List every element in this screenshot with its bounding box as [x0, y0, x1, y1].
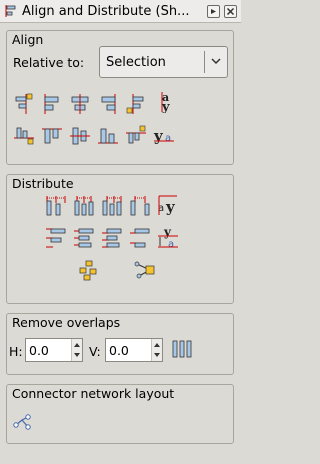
align-bottom-edge-to-top-button[interactable]	[13, 125, 35, 147]
remove-overlaps-icon	[172, 340, 192, 358]
svg-text:y: y	[165, 198, 176, 216]
dock-title-bar: Align and Distribute (Sh...	[0, 0, 241, 23]
v-spacing-value: 0.0	[109, 343, 129, 358]
align-heading: Align	[12, 32, 44, 47]
distribute-right-edges-button[interactable]	[101, 195, 123, 217]
distribute-horizontal-gaps-icon	[130, 196, 150, 216]
align-left-edge-to-right-button[interactable]	[125, 93, 147, 115]
spin-down-icon	[74, 353, 80, 357]
distribute-centers-horizontally-button[interactable]	[73, 195, 95, 217]
svg-text:a: a	[165, 133, 171, 144]
distribute-left-edges-icon	[46, 196, 66, 216]
svg-text:y: y	[161, 100, 170, 113]
distribute-baselines-vertically-button[interactable]: y a	[157, 227, 179, 249]
align-left-edges-button[interactable]	[41, 93, 63, 115]
distribute-bottom-edges-button[interactable]	[101, 227, 123, 249]
remove-overlaps-frame: Remove overlaps H: 0.0 V: 0.0	[6, 313, 234, 375]
align-frame: Align Relative to: Selection a y y a	[6, 30, 234, 165]
svg-text:y: y	[153, 127, 164, 145]
remove-overlaps-heading: Remove overlaps	[12, 315, 121, 330]
center-vertical-axis-icon	[71, 94, 89, 114]
distribute-top-edges-button[interactable]	[45, 227, 67, 249]
close-button[interactable]	[224, 4, 237, 18]
h-spin-arrows[interactable]	[71, 339, 82, 361]
distribute-text-anchors-horizontal-icon: a y	[158, 195, 177, 216]
v-spacing-spinbox[interactable]: 0.0	[105, 338, 163, 362]
distribute-text-anchors-horizontally-button[interactable]: a y	[157, 195, 179, 217]
spin-down-icon	[154, 353, 160, 357]
align-bottom-edge-to-top-icon	[14, 127, 34, 145]
unclump-icon	[134, 261, 155, 279]
distribute-centers-vertically-button[interactable]	[73, 227, 95, 249]
distribute-centers-horizontal-icon	[74, 196, 94, 216]
center-on-horizontal-axis-button[interactable]	[69, 125, 91, 147]
v-spin-arrows[interactable]	[151, 339, 162, 361]
text-baseline-icon: y a	[153, 127, 174, 145]
align-top-edges-icon	[42, 128, 62, 144]
connector-layout-frame: Connector network layout	[6, 384, 234, 444]
align-right-edges-icon	[101, 94, 116, 114]
h-spacing-spinbox[interactable]: 0.0	[25, 338, 83, 362]
combo-separator	[204, 51, 205, 73]
v-spacing-label: V:	[89, 344, 101, 359]
align-text-baselines-button[interactable]: y a	[153, 125, 175, 147]
distribute-vertical-gaps-button[interactable]	[129, 227, 151, 249]
align-top-edge-to-bottom-button[interactable]	[125, 125, 147, 147]
align-right-edge-to-left-icon	[15, 93, 33, 114]
distribute-vertical-gaps-icon	[130, 228, 150, 248]
text-anchor-vertical-icon: a y	[161, 91, 170, 113]
align-dialog-icon	[5, 5, 16, 17]
h-spacing-value: 0.0	[29, 343, 49, 358]
distribute-top-edges-icon	[46, 228, 66, 248]
center-on-vertical-axis-button[interactable]	[69, 93, 91, 115]
align-left-edges-icon	[44, 94, 59, 114]
dialog-title: Align and Distribute (Sh...	[22, 3, 190, 19]
iconify-icon	[211, 8, 216, 14]
chevron-down-icon	[211, 58, 221, 65]
svg-text:y: y	[163, 227, 172, 239]
relative-to-value: Selection	[106, 55, 166, 70]
distribute-centers-vertical-icon	[74, 228, 94, 248]
distribute-heading: Distribute	[12, 176, 74, 191]
iconify-button[interactable]	[207, 4, 220, 18]
align-left-edge-to-right-icon	[126, 94, 144, 114]
h-spacing-label: H:	[9, 344, 23, 359]
align-top-edges-button[interactable]	[41, 125, 63, 147]
align-bottom-edges-button[interactable]	[97, 125, 119, 147]
connector-network-icon	[13, 414, 31, 430]
distribute-horizontal-gaps-button[interactable]	[129, 195, 151, 217]
align-bottom-edges-icon	[98, 128, 118, 144]
unclump-button[interactable]	[133, 259, 155, 281]
spin-up-icon	[154, 343, 160, 347]
connector-layout-heading: Connector network layout	[12, 386, 175, 401]
randomize-positions-button[interactable]	[77, 259, 99, 281]
relative-to-combo[interactable]: Selection	[99, 46, 228, 78]
remove-overlaps-button[interactable]	[171, 338, 193, 360]
distribute-frame: Distribute a y y a	[6, 174, 234, 304]
align-text-anchors-vertical-button[interactable]: a y	[153, 91, 175, 113]
align-right-edges-button[interactable]	[97, 93, 119, 115]
distribute-bottom-edges-icon	[102, 228, 122, 248]
align-top-edge-to-bottom-icon	[126, 125, 146, 144]
spin-up-icon	[74, 343, 80, 347]
distribute-baselines-vertical-icon: y a	[158, 227, 178, 249]
align-right-edge-to-left-button[interactable]	[13, 93, 35, 115]
arrange-connector-network-button[interactable]	[11, 411, 33, 433]
relative-to-label: Relative to:	[13, 55, 85, 70]
distribute-right-edges-icon	[102, 196, 122, 216]
randomize-icon	[79, 260, 97, 281]
close-icon	[226, 7, 235, 15]
distribute-left-edges-button[interactable]	[45, 195, 67, 217]
center-horizontal-axis-icon	[70, 127, 90, 145]
